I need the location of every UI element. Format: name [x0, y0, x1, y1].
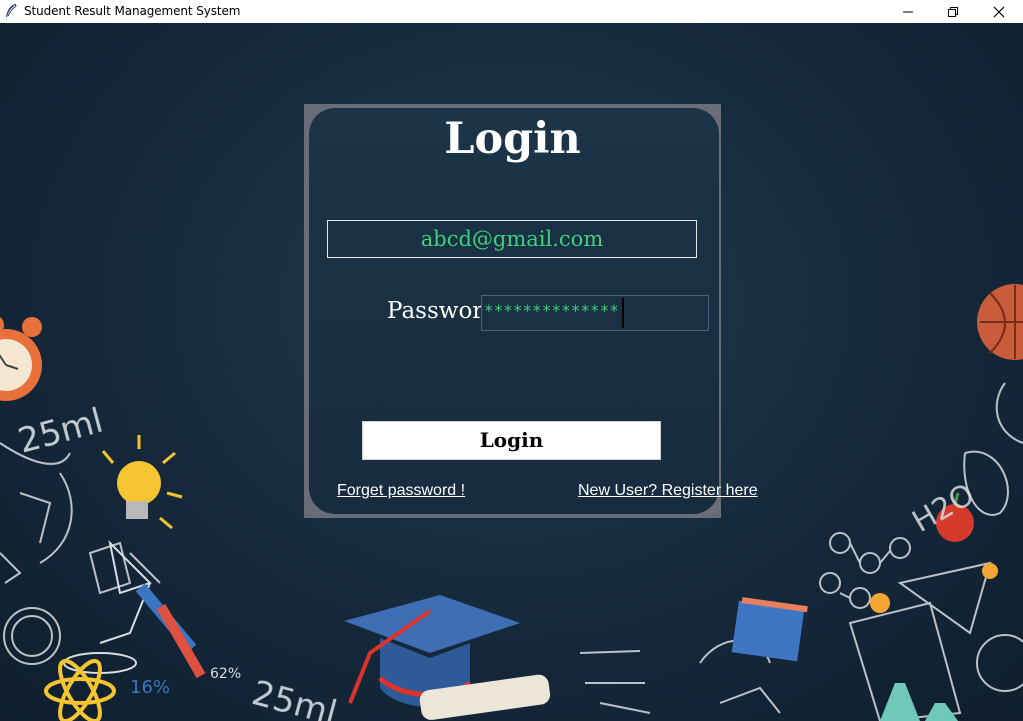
graduation-cap-icon — [344, 595, 551, 720]
forget-password-link[interactable]: Forget password ! — [337, 482, 465, 500]
basketball-icon — [977, 284, 1023, 360]
login-heading: Login — [444, 114, 581, 164]
minimize-icon — [903, 11, 913, 12]
measure-label-25ml: 25ml — [14, 401, 107, 462]
close-button[interactable] — [976, 0, 1022, 23]
window-titlebar: Student Result Management System — [0, 0, 1023, 23]
text-caret — [622, 298, 624, 328]
close-icon — [993, 6, 1005, 17]
pencils-icon — [135, 583, 206, 679]
restore-button[interactable] — [930, 0, 976, 23]
flask-icon — [880, 683, 958, 721]
feather-app-icon — [6, 3, 17, 17]
password-input[interactable]: ************** — [481, 295, 709, 331]
login-button[interactable]: Login — [362, 421, 661, 460]
minimize-button[interactable] — [885, 0, 931, 23]
window-title: Student Result Management System — [24, 4, 241, 18]
atom-icon — [44, 658, 116, 721]
restore-icon — [948, 6, 958, 17]
lightbulb-icon — [101, 435, 183, 530]
notebook-icon — [731, 597, 808, 662]
measure-label-25ml-2: 25ml — [248, 673, 341, 721]
email-input[interactable]: abcd@gmail.com — [327, 220, 697, 258]
register-link[interactable]: New User? Register here — [578, 482, 758, 500]
alarm-clock-icon — [0, 317, 42, 401]
percent-label-16: 16% — [130, 677, 170, 698]
percent-label-62: 62% — [210, 666, 241, 682]
password-label: Password — [387, 298, 483, 324]
